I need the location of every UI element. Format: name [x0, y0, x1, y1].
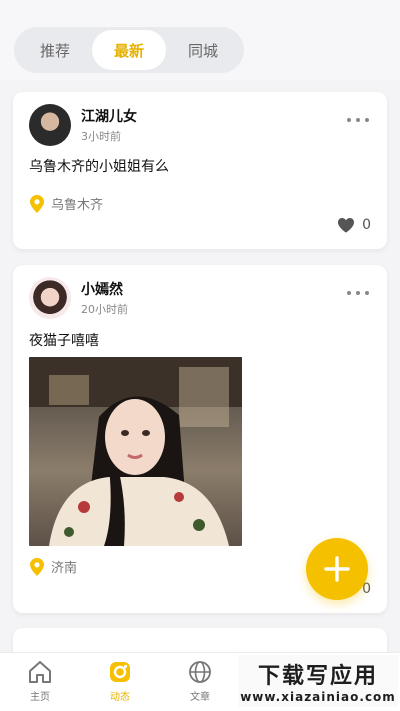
- nav-home-label: 主页: [30, 692, 50, 703]
- post-location: 济南: [29, 557, 77, 576]
- watermark-url: www.xiazainiao.com: [240, 690, 396, 704]
- post-time: 3小时前: [81, 130, 121, 143]
- post-content: 乌鲁木齐的小姐姐有么: [29, 159, 169, 175]
- feed-tabs: 推荐 最新 同城: [14, 27, 244, 73]
- watermark-title: 下载写应用: [257, 664, 378, 689]
- nav-feed[interactable]: 动态: [90, 659, 150, 703]
- avatar[interactable]: [29, 104, 71, 146]
- globe-icon: [189, 661, 211, 683]
- more-options-icon[interactable]: [347, 118, 369, 122]
- location-pin-icon: [30, 557, 44, 576]
- post-card[interactable]: 江湖儿女 3小时前 乌鲁木齐的小姐姐有么 乌鲁木齐 0: [13, 92, 387, 249]
- tab-recommended[interactable]: 推荐: [18, 30, 92, 70]
- avatar[interactable]: [29, 277, 71, 319]
- location-label: 济南: [51, 561, 78, 576]
- heart-icon: [338, 218, 355, 233]
- home-icon: [29, 661, 51, 683]
- location-pin-icon: [30, 194, 44, 213]
- like-count: 0: [362, 217, 371, 233]
- nav-articles-label: 文章: [190, 692, 210, 703]
- tab-same-city[interactable]: 同城: [166, 30, 240, 70]
- post-username[interactable]: 小嫣然: [81, 279, 123, 299]
- add-post-button[interactable]: [306, 538, 368, 600]
- like-button[interactable]: 0: [337, 217, 371, 233]
- top-bar: 推荐 最新 同城: [0, 0, 400, 80]
- post-time: 20小时前: [81, 303, 128, 316]
- post-username[interactable]: 江湖儿女: [81, 106, 137, 126]
- plus-icon: [324, 556, 350, 582]
- post-content: 夜猫子嘻嘻: [29, 333, 99, 349]
- more-options-icon[interactable]: [347, 291, 369, 295]
- post-photo[interactable]: [29, 357, 242, 546]
- feed-icon: [110, 662, 130, 682]
- watermark-logo: 下载写应用 www.xiazainiao.com: [238, 655, 398, 707]
- nav-feed-label: 动态: [110, 692, 130, 703]
- post-location: 乌鲁木齐: [29, 194, 103, 213]
- nav-articles[interactable]: 文章: [170, 659, 230, 703]
- nav-home[interactable]: 主页: [10, 659, 70, 703]
- location-label: 乌鲁木齐: [51, 198, 104, 213]
- tab-latest[interactable]: 最新: [92, 30, 166, 70]
